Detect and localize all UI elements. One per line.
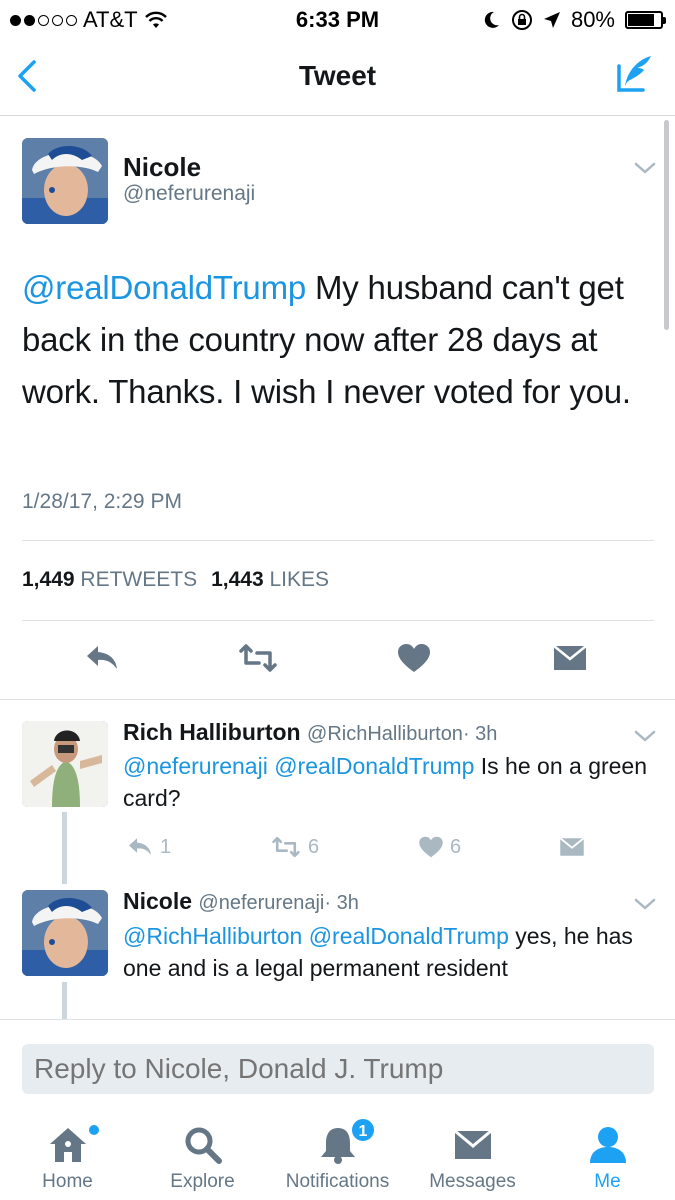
thread-line xyxy=(62,982,67,1019)
mention-link[interactable]: @neferurenaji @realDonaldTrump xyxy=(123,753,474,779)
battery-icon xyxy=(625,11,666,29)
reply-time: · 3h xyxy=(324,892,359,914)
tab-messages[interactable]: Messages xyxy=(405,1107,540,1200)
tab-notifications[interactable]: 1 Notifications xyxy=(270,1107,405,1200)
battery-percent: 80% xyxy=(570,7,615,32)
rotation-lock-icon xyxy=(511,10,532,30)
like-count: 6 xyxy=(450,835,462,858)
reply-input[interactable] xyxy=(22,1044,654,1094)
reply-composer xyxy=(0,1019,675,1107)
retweet-icon xyxy=(272,836,300,858)
reply-action[interactable]: 1 xyxy=(126,832,171,862)
avatar[interactable] xyxy=(22,721,108,807)
reply-author-handle[interactable]: @neferurenaji xyxy=(198,892,324,914)
divider xyxy=(22,540,654,541)
heart-icon xyxy=(419,836,443,858)
reply-author-name[interactable]: Nicole xyxy=(123,888,192,914)
reply-text: @RichHalliburton @realDonaldTrump yes, h… xyxy=(123,920,658,984)
reply-button[interactable] xyxy=(78,636,126,680)
retweet-label: RETWEETS xyxy=(80,568,198,591)
tab-explore[interactable]: Explore xyxy=(135,1107,270,1200)
divider xyxy=(0,699,675,700)
nav-bar: Tweet xyxy=(0,40,675,116)
retweet-icon xyxy=(239,644,277,672)
tab-label: Home xyxy=(42,1171,93,1192)
retweet-count: 1,449 xyxy=(22,568,75,591)
reply-author-line: Nicole @neferurenaji· 3h xyxy=(123,888,359,915)
reply-text: @neferurenaji @realDonaldTrump Is he on … xyxy=(123,750,658,814)
location-arrow-icon xyxy=(543,12,560,28)
retweet-button[interactable] xyxy=(234,636,282,680)
avatar[interactable] xyxy=(22,138,108,224)
message-action[interactable] xyxy=(558,832,586,862)
tab-label: Messages xyxy=(429,1171,516,1192)
tab-label: Explore xyxy=(170,1171,235,1192)
tab-label: Notifications xyxy=(285,1171,390,1192)
retweet-action[interactable]: 6 xyxy=(270,832,319,862)
like-action[interactable]: 6 xyxy=(418,832,461,862)
unread-dot xyxy=(89,1125,99,1135)
like-label: LIKES xyxy=(269,568,330,591)
reply-author-line: Rich Halliburton @RichHalliburton· 3h xyxy=(123,719,497,746)
retweet-count: 6 xyxy=(308,835,320,858)
compose-tweet-icon xyxy=(617,56,651,92)
chevron-down-icon[interactable] xyxy=(633,729,657,743)
envelope-icon xyxy=(559,837,585,856)
envelope-icon xyxy=(454,1129,492,1159)
tweet-actions xyxy=(0,636,675,680)
tab-bar: Home Explore 1 Notifications Messages Me xyxy=(0,1107,675,1200)
status-right: 80% xyxy=(483,7,666,33)
mention-link[interactable]: @RichHalliburton @realDonaldTrump xyxy=(123,923,509,949)
person-icon xyxy=(590,1127,626,1163)
direct-message-button[interactable] xyxy=(546,636,594,680)
thread-line xyxy=(62,812,67,884)
search-icon xyxy=(185,1127,222,1164)
envelope-icon xyxy=(553,645,587,670)
status-bar: AT&T 6:33 PM 80% xyxy=(0,0,675,40)
tweet-text: @realDonaldTrump My husband can't get ba… xyxy=(22,262,662,418)
page-title: Tweet xyxy=(298,60,377,91)
reply-icon xyxy=(129,838,151,856)
scrollbar[interactable] xyxy=(664,120,669,330)
like-stat[interactable]: 1,443 LIKES xyxy=(211,568,329,592)
tab-home[interactable]: Home xyxy=(0,1107,135,1200)
chevron-down-icon[interactable] xyxy=(633,161,657,175)
avatar[interactable] xyxy=(22,890,108,976)
tab-label: Me xyxy=(594,1171,621,1192)
reply-author-name[interactable]: Rich Halliburton xyxy=(123,719,301,745)
like-count: 1,443 xyxy=(211,568,264,591)
reply-count: 1 xyxy=(160,835,172,858)
tab-me[interactable]: Me xyxy=(540,1107,675,1200)
author-handle[interactable]: @neferurenaji xyxy=(123,182,255,206)
mention-link[interactable]: @realDonaldTrump xyxy=(22,269,306,306)
notification-badge: 1 xyxy=(350,1117,376,1143)
like-button[interactable] xyxy=(390,636,438,680)
author-name[interactable]: Nicole xyxy=(123,152,201,183)
home-icon xyxy=(50,1128,86,1162)
reply-icon xyxy=(87,646,117,669)
reply-time: · 3h xyxy=(462,723,498,745)
chevron-down-icon[interactable] xyxy=(633,897,657,911)
reply-author-handle[interactable]: @RichHalliburton xyxy=(307,723,463,745)
tweet-stats: 1,449 RETWEETS 1,443 LIKES xyxy=(22,568,329,592)
moon-icon xyxy=(484,11,499,28)
tweet-timestamp: 1/28/17, 2:29 PM xyxy=(22,490,182,513)
heart-icon xyxy=(398,644,430,672)
compose-tweet-button[interactable] xyxy=(613,52,657,96)
divider xyxy=(22,620,654,621)
retweet-stat[interactable]: 1,449 RETWEETS xyxy=(22,568,197,592)
